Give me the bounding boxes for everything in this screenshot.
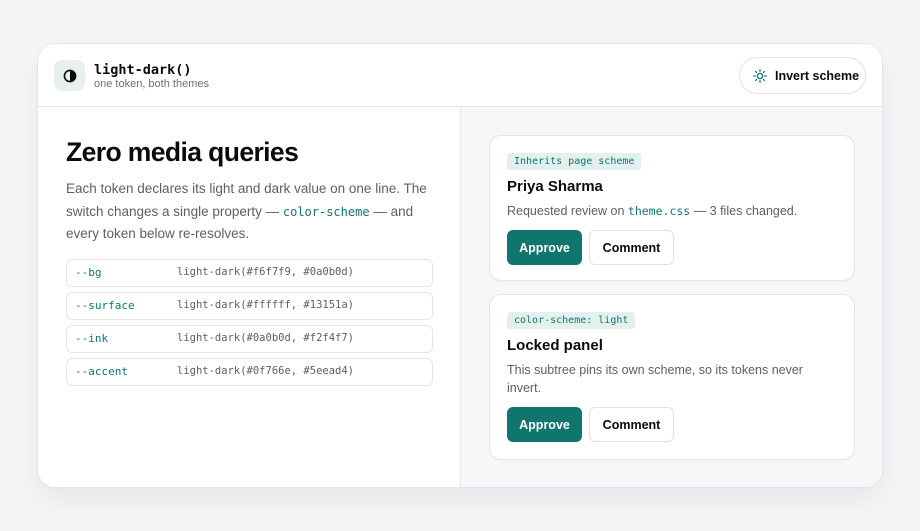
app-title: light-dark()	[94, 62, 192, 78]
description-code: color-scheme	[282, 204, 370, 219]
approve-button[interactable]: Approve	[507, 407, 582, 442]
file-name: theme.css	[627, 204, 691, 218]
token-value: light-dark(#ffffff, #13151a)	[177, 299, 355, 311]
card-header: light-dark() one token, both themes Inve…	[38, 44, 882, 107]
token-name: --surface	[75, 299, 135, 312]
comment-button[interactable]: Comment	[589, 230, 674, 265]
locked-panel: color-scheme: light Locked panel This su…	[489, 294, 855, 460]
panel-title: Locked panel	[507, 337, 603, 354]
panel-text-after: — 3 files changed.	[690, 204, 798, 218]
description: Each token declares its light and dark v…	[66, 178, 436, 246]
panel-title: Priya Sharma	[507, 178, 603, 195]
panel-text: Requested review on theme.css — 3 files …	[507, 202, 837, 220]
token-value: light-dark(#f6f7f9, #0a0b0d)	[177, 266, 355, 278]
scheme-tag: Inherits page scheme	[507, 153, 642, 170]
sun-icon	[753, 68, 767, 83]
token-name: --ink	[75, 332, 109, 345]
token-row: --bg light-dark(#f6f7f9, #0a0b0d)	[66, 259, 433, 287]
demo-card: light-dark() one token, both themes Inve…	[37, 43, 883, 488]
token-value: light-dark(#0f766e, #5eead4)	[177, 365, 355, 377]
app-subtitle: one token, both themes	[94, 78, 209, 90]
panel-text-before: Requested review on	[507, 204, 628, 218]
review-panel: Inherits page scheme Priya Sharma Reques…	[489, 135, 855, 281]
comment-button[interactable]: Comment	[589, 407, 674, 442]
token-list: --bg light-dark(#f6f7f9, #0a0b0d) --surf…	[66, 259, 433, 391]
token-row: --ink light-dark(#0a0b0d, #f2f4f7)	[66, 325, 433, 353]
token-row: --surface light-dark(#ffffff, #13151a)	[66, 292, 433, 320]
right-pane: Inherits page scheme Priya Sharma Reques…	[461, 107, 882, 487]
left-pane: Zero media queries Each token declares i…	[38, 107, 461, 487]
token-name: --accent	[75, 365, 128, 378]
contrast-icon	[54, 60, 85, 91]
scheme-tag: color-scheme: light	[507, 312, 636, 329]
token-name: --bg	[75, 266, 102, 279]
token-value: light-dark(#0a0b0d, #f2f4f7)	[177, 332, 355, 344]
invert-scheme-button[interactable]: Invert scheme	[739, 57, 866, 94]
token-row: --accent light-dark(#0f766e, #5eead4)	[66, 358, 433, 386]
page-title: Zero media queries	[66, 137, 299, 167]
invert-scheme-label: Invert scheme	[775, 68, 860, 83]
panel-text: This subtree pins its own scheme, so its…	[507, 363, 803, 395]
approve-button[interactable]: Approve	[507, 230, 582, 265]
